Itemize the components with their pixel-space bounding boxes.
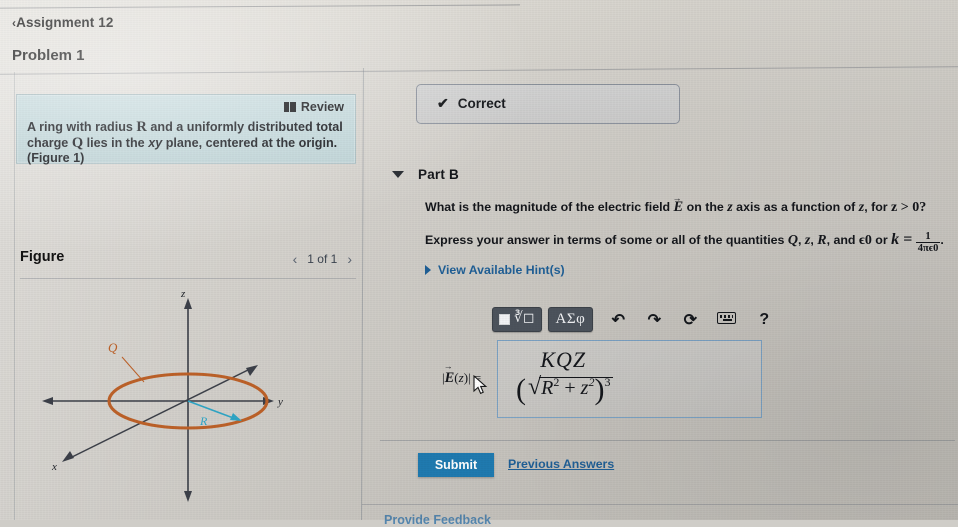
problem-statement-text: A ring with radius R and a uniformly dis… — [27, 119, 347, 167]
radius-arrow-line — [187, 400, 237, 420]
answer-instructions: Express your answer in terms of some or … — [425, 230, 955, 254]
question-part-1: What is the magnitude of the electric fi… — [425, 200, 674, 214]
statement-charge-symbol: Q — [71, 134, 84, 151]
instr-sep-1: , — [798, 233, 805, 247]
answer-row: |E(z)| = KQZ (√R2 + z2)3 — [442, 340, 862, 418]
radius-label: R — [199, 414, 208, 428]
book-icon — [283, 102, 296, 112]
y-axis-label: y — [277, 396, 283, 408]
denominator-R: R — [541, 377, 554, 399]
charge-leader-line — [121, 356, 145, 383]
z-axis-label: z — [180, 288, 186, 300]
check-icon: ✔ — [437, 95, 449, 111]
submit-button[interactable]: Submit — [418, 453, 494, 477]
square-root-group: √ R2 + z2 — [526, 374, 613, 401]
chevron-right-icon — [425, 265, 431, 275]
question-part-3: axis as a function of — [732, 200, 859, 214]
z-axis-arrow-down — [184, 491, 192, 502]
breadcrumb-label: Assignment 12 — [16, 15, 114, 30]
question-part-4: , for — [864, 200, 892, 214]
question-part-2: on the — [683, 200, 728, 214]
answer-field-symbol: E — [445, 370, 455, 386]
fraction-numerator: 1 — [915, 231, 941, 243]
view-hints-label: View Available Hint(s) — [438, 263, 565, 277]
figure-divider — [20, 278, 356, 279]
radical-overbar — [539, 377, 613, 379]
status-badge: ✔ Correct — [416, 84, 680, 124]
electric-field-symbol: E — [674, 199, 684, 215]
instr-k: k = — [891, 231, 913, 248]
part-label: Part B — [418, 167, 459, 182]
figure-next-icon[interactable]: › — [347, 251, 352, 267]
page-header: ‹Assignment 12 Problem 1 — [0, 0, 958, 72]
charge-label: Q — [108, 340, 118, 355]
redo-icon[interactable]: ↷ — [639, 310, 669, 330]
radius-arrow-head — [230, 413, 242, 421]
fraction-denominator: 4πϵ0 — [917, 243, 939, 254]
figure-navigation: ‹ 1 of 1 › — [293, 251, 352, 267]
statement-part-1: A ring with radius — [27, 120, 137, 134]
statement-plane-symbol: xy — [148, 135, 163, 150]
problem-statement-box: Review A ring with radius R and a unifor… — [16, 94, 356, 167]
breadcrumb-assignment-link[interactable]: ‹Assignment 12 — [12, 15, 113, 30]
formula-denominator: (√ R2 + z2)3 — [516, 373, 613, 407]
instr-part-2: , and — [826, 233, 859, 247]
instr-epsilon: ϵ0 — [858, 233, 872, 248]
mouse-cursor-icon — [473, 375, 488, 395]
x-axis-arrow-lower — [62, 451, 74, 462]
figure-counter: 1 of 1 — [307, 252, 338, 266]
question-condition: z > 0? — [891, 200, 927, 215]
nth-root-icon: ∛◻ — [514, 311, 535, 326]
status-label: Correct — [457, 96, 506, 111]
statement-part-3: lies in the — [83, 135, 149, 150]
figure-image[interactable]: z y x Q R — [20, 284, 356, 516]
coulomb-constant-fraction: 1 4πϵ0 — [915, 231, 941, 254]
square-placeholder-icon — [499, 314, 510, 325]
greek-symbols-button[interactable]: ΑΣφ — [547, 307, 594, 332]
instr-R: R — [817, 233, 827, 248]
help-icon[interactable]: ? — [749, 311, 779, 329]
greek-letters-label: ΑΣφ — [555, 311, 586, 327]
answer-input[interactable]: KQZ (√ R2 + z2)3 — [497, 340, 762, 418]
keyboard-icon[interactable] — [711, 312, 741, 327]
figure-label: Figure — [20, 249, 65, 265]
question-prompt: What is the magnitude of the electric fi… — [425, 199, 945, 216]
instr-Q: Q — [787, 233, 798, 248]
previous-answers-link[interactable]: Previous Answers — [508, 457, 614, 471]
instr-part-3: or — [871, 233, 892, 247]
math-template-button[interactable]: ∛◻ — [492, 307, 542, 332]
right-panel: ✔ Correct Part B What is the magnitude o… — [362, 72, 958, 527]
figure-prev-icon[interactable]: ‹ — [293, 251, 298, 267]
x-axis-arrow-upper — [246, 365, 258, 376]
review-label: Review — [300, 100, 344, 114]
denominator-open-paren: ( — [516, 373, 526, 406]
view-hints-link[interactable]: View Available Hint(s) — [425, 263, 565, 277]
answer-section-divider — [380, 440, 955, 441]
bottom-divider — [362, 504, 958, 505]
instr-part-1: Express your answer in terms of some or … — [425, 233, 788, 247]
math-toolbar: ∛◻ ΑΣφ ↶ ↷ ⟳ ? — [492, 307, 779, 332]
chevron-down-icon[interactable] — [392, 171, 404, 178]
statement-radius-symbol: R — [136, 119, 147, 135]
review-button[interactable]: Review — [283, 100, 344, 114]
undo-icon[interactable]: ↶ — [603, 310, 633, 330]
page-title: Problem 1 — [12, 47, 85, 64]
x-axis-label: x — [51, 461, 57, 473]
instr-period: . — [940, 233, 944, 247]
left-panel: Review A ring with radius R and a unifor… — [0, 72, 362, 520]
answer-formula: KQZ (√ R2 + z2)3 — [516, 347, 613, 407]
formula-numerator: KQZ — [540, 347, 587, 372]
ring-diagram-svg: z y x Q R — [42, 288, 283, 502]
figure-header: Figure ‹ 1 of 1 › — [16, 248, 356, 274]
provide-feedback-link[interactable]: Provide Feedback — [384, 513, 491, 527]
part-b-header[interactable]: Part B — [392, 167, 459, 182]
y-axis-arrow-left — [42, 397, 53, 405]
denominator-plus: + — [564, 377, 576, 399]
reset-icon[interactable]: ⟳ — [675, 310, 705, 330]
x-axis-line — [67, 367, 253, 460]
